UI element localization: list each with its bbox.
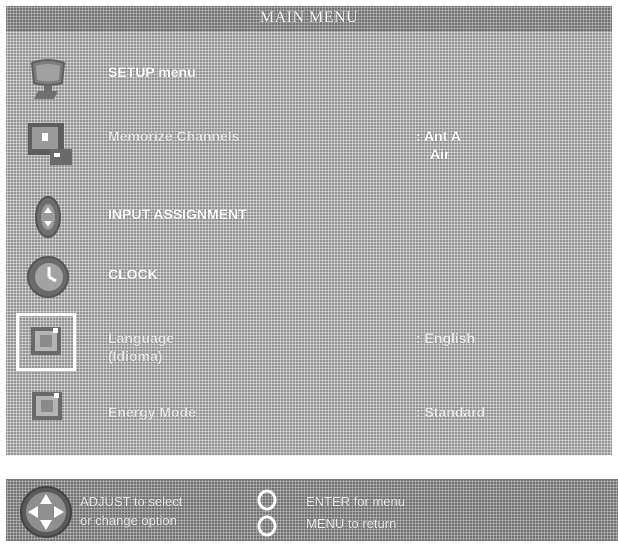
main-menu-panel: SETUP menu Memorize Channels : Ant A Air [6, 31, 612, 455]
memorize-channels-icon [22, 119, 74, 167]
language-icon [31, 327, 61, 355]
adjust-hint-line1: ADJUST to select [80, 494, 183, 509]
menu-item-label: SETUP menu [108, 64, 196, 80]
menu-item-sublabel: (Idioma) [108, 348, 163, 364]
language-value: : English [416, 330, 476, 346]
input-assignment-icon [22, 193, 74, 241]
antenna-type-value: Air [430, 146, 450, 162]
menu-title: MAIN MENU [259, 9, 359, 26]
menu-item-label: INPUT ASSIGNMENT [108, 206, 247, 222]
dpad-icon [18, 484, 74, 540]
enter-menu-buttons-icon [256, 488, 278, 538]
selection-highlight [16, 313, 76, 371]
tv-setup-icon [22, 55, 74, 103]
title-bar: MAIN MENU [6, 6, 612, 31]
enter-hint: ENTER for menu [306, 494, 405, 509]
menu-item-label: Energy Mode [108, 404, 196, 420]
menu-item-label: Language [108, 330, 175, 346]
menu-item-label: CLOCK [108, 266, 158, 282]
clock-icon [22, 253, 74, 301]
menu-item-memorize-channels[interactable]: Memorize Channels : Ant A Air [6, 117, 612, 169]
separator [0, 455, 618, 479]
menu-item-input-assignment[interactable]: INPUT ASSIGNMENT [6, 191, 612, 243]
energy-mode-icon [22, 383, 74, 431]
menu-item-energy-mode[interactable]: Energy Mode : Standard [6, 383, 612, 435]
menu-item-language[interactable]: Language (Idioma) : English [6, 311, 612, 375]
help-bar: ADJUST to select or change option ENTER … [6, 479, 618, 541]
menu-hint: MENU to return [306, 516, 397, 531]
antenna-value: : Ant A [416, 128, 461, 144]
energy-mode-value: : Standard [416, 404, 486, 420]
menu-item-setup[interactable]: SETUP menu [6, 53, 612, 105]
menu-item-label: Memorize Channels [108, 128, 240, 144]
menu-item-clock[interactable]: CLOCK [6, 251, 612, 303]
adjust-hint-line2: or change option [80, 513, 177, 528]
